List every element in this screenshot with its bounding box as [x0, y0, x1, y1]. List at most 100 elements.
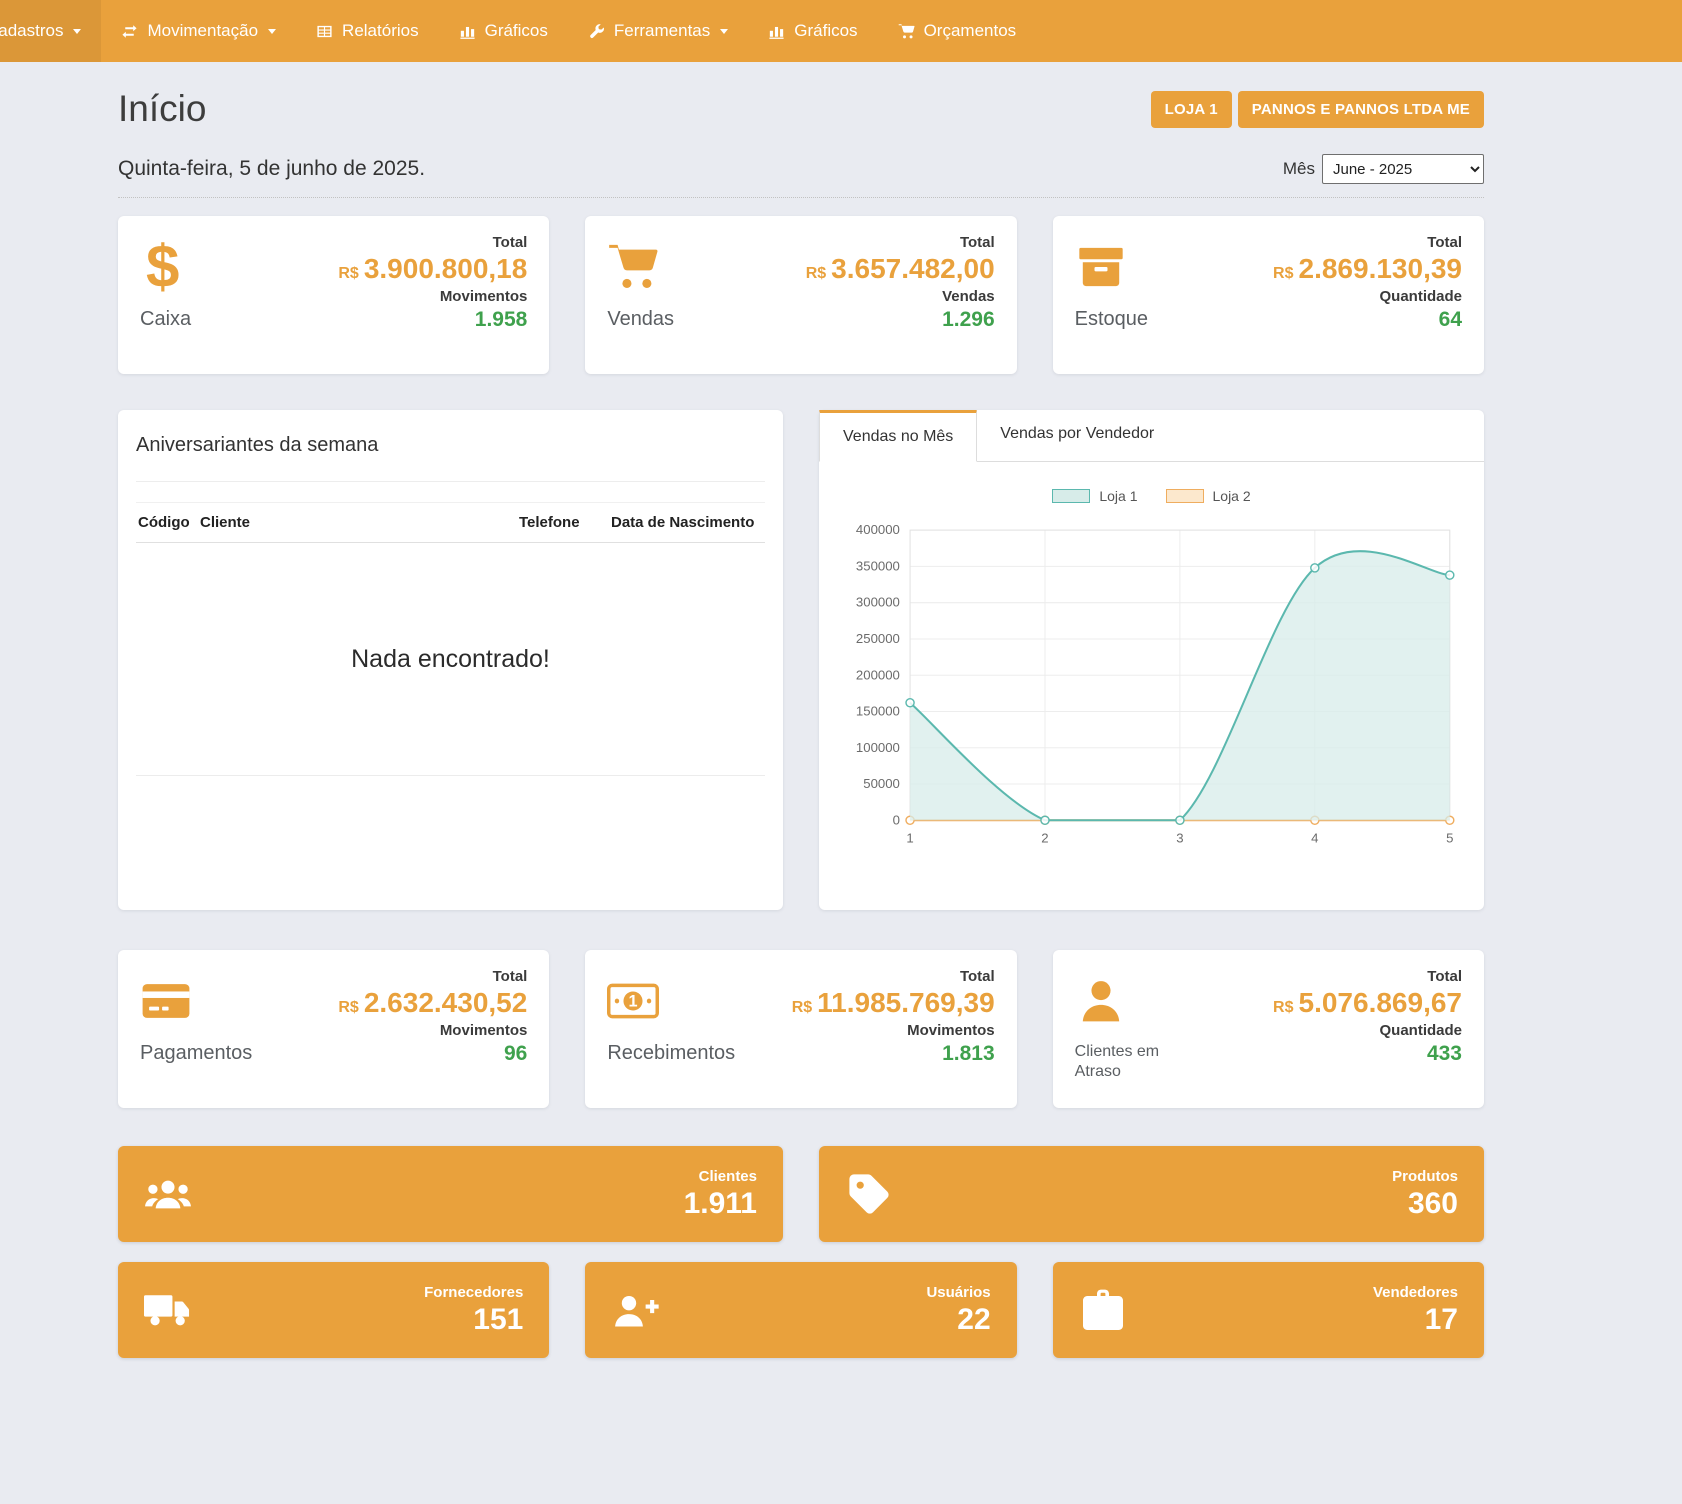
nav-ferramentas-label: Ferramentas — [614, 21, 710, 41]
currency-label: R$ — [792, 999, 812, 1016]
count-label: Quantidade — [1273, 288, 1462, 305]
shopping-cart-icon — [898, 23, 915, 40]
bar-chart-icon — [768, 23, 785, 40]
total-label: Total — [1273, 968, 1462, 985]
shopping-cart-icon — [607, 234, 727, 300]
total-value: R$ 5.076.869,67 — [1273, 988, 1462, 1019]
nav-graficos-1[interactable]: Gráficos — [439, 0, 568, 62]
stat-card-label: Vendas — [607, 308, 727, 331]
column-telefone: Telefone — [519, 514, 611, 531]
count-label: Movimentos — [338, 1022, 527, 1039]
user-plus-icon — [611, 1286, 659, 1334]
currency-label: R$ — [1273, 265, 1293, 282]
count-value: 64 — [1273, 308, 1462, 332]
caret-down-icon — [720, 29, 728, 34]
credit-card-icon — [140, 968, 260, 1034]
table-icon — [316, 23, 333, 40]
counter-label: Clientes — [699, 1168, 757, 1185]
total-amount: 2.869.130,39 — [1299, 253, 1463, 284]
total-amount: 3.657.482,00 — [831, 253, 995, 284]
total-amount: 11.985.769,39 — [817, 987, 995, 1018]
total-label: Total — [792, 968, 995, 985]
total-value: R$ 11.985.769,39 — [792, 988, 995, 1019]
legend-loja1[interactable]: Loja 1 — [1052, 488, 1137, 504]
nav-cadastros[interactable]: Cadastros — [0, 0, 101, 62]
sales-panel: Vendas no Mês Vendas por Vendedor Loja 1… — [819, 410, 1484, 910]
tab-vendas-por-vendedor[interactable]: Vendas por Vendedor — [977, 410, 1177, 461]
nav-graficos-2[interactable]: Gráficos — [748, 0, 877, 62]
count-value: 1.813 — [792, 1042, 995, 1066]
wrench-icon — [588, 23, 605, 40]
counter-label: Usuários — [926, 1284, 990, 1301]
svg-text:300000: 300000 — [856, 595, 900, 610]
count-label: Movimentos — [792, 1022, 995, 1039]
counter-fornecedores[interactable]: Fornecedores 151 — [118, 1262, 549, 1358]
month-select[interactable]: June - 2025 — [1322, 154, 1484, 184]
svg-text:250000: 250000 — [856, 631, 900, 646]
stat-card-recebimentos: 1 Recebimentos Total R$ 11.985.769,39 Mov… — [585, 950, 1016, 1108]
column-cliente: Cliente — [200, 514, 519, 531]
column-data-nascimento: Data de Nascimento — [611, 514, 763, 531]
count-value: 1.296 — [806, 308, 995, 332]
counter-clientes[interactable]: Clientes 1.911 — [118, 1146, 783, 1242]
currency-label: R$ — [338, 999, 358, 1016]
counter-vendedores[interactable]: Vendedores 17 — [1053, 1262, 1484, 1358]
legend-label-loja2: Loja 2 — [1213, 488, 1251, 504]
total-amount: 5.076.869,67 — [1299, 987, 1463, 1018]
truck-icon — [144, 1286, 192, 1334]
stat-card-label: Estoque — [1075, 308, 1195, 331]
svg-text:5: 5 — [1446, 831, 1453, 846]
user-icon — [1075, 968, 1195, 1034]
main-content: Início LOJA 1 PANNOS E PANNOS LTDA ME Qu… — [118, 62, 1484, 1418]
sales-tabs: Vendas no Mês Vendas por Vendedor — [819, 410, 1484, 462]
nav-orcamentos-label: Orçamentos — [924, 21, 1017, 41]
exchange-icon — [121, 23, 138, 40]
count-value: 96 — [338, 1042, 527, 1066]
store-button[interactable]: LOJA 1 — [1151, 91, 1232, 128]
stat-card-label: Clientes em Atraso — [1075, 1042, 1187, 1082]
counter-produtos[interactable]: Produtos 360 — [819, 1146, 1484, 1242]
svg-text:4: 4 — [1311, 831, 1318, 846]
counter-label: Fornecedores — [424, 1284, 523, 1301]
counter-value: 22 — [957, 1303, 990, 1336]
chart-legend: Loja 1 Loja 2 — [837, 488, 1466, 504]
nav-graficos-label: Gráficos — [485, 21, 548, 41]
company-button[interactable]: PANNOS E PANNOS LTDA ME — [1238, 91, 1484, 128]
legend-loja2[interactable]: Loja 2 — [1166, 488, 1251, 504]
nav-ferramentas[interactable]: Ferramentas — [568, 0, 748, 62]
nav-orcamentos[interactable]: Orçamentos — [878, 0, 1037, 62]
count-label: Quantidade — [1273, 1022, 1462, 1039]
nav-relatorios[interactable]: Relatórios — [296, 0, 439, 62]
briefcase-icon — [1079, 1286, 1127, 1334]
tag-icon — [845, 1170, 893, 1218]
total-label: Total — [806, 234, 995, 251]
stat-card-label: Caixa — [140, 308, 260, 331]
svg-text:400000: 400000 — [856, 522, 900, 537]
currency-label: R$ — [1273, 999, 1293, 1016]
total-value: R$3.900.800,18 — [338, 254, 527, 285]
svg-text:50000: 50000 — [863, 776, 900, 791]
nav-graficos-2-label: Gráficos — [794, 21, 857, 41]
nav-relatorios-label: Relatórios — [342, 21, 419, 41]
birthdays-panel: Aniversariantes da semana Código Cliente… — [118, 410, 783, 910]
dollar-icon: $ — [140, 234, 260, 300]
svg-text:1: 1 — [906, 831, 913, 846]
svg-text:150000: 150000 — [856, 704, 900, 719]
legend-label-loja1: Loja 1 — [1099, 488, 1137, 504]
legend-swatch-loja2 — [1166, 489, 1204, 503]
birthdays-title: Aniversariantes da semana — [136, 428, 765, 482]
money-bill-icon: 1 — [607, 968, 735, 1034]
page-title: Início — [118, 88, 206, 130]
stat-card-label: Pagamentos — [140, 1042, 260, 1065]
count-label: Vendas — [806, 288, 995, 305]
archive-box-icon — [1075, 234, 1195, 300]
total-label: Total — [338, 968, 527, 985]
total-amount: 3.900.800,18 — [364, 253, 528, 284]
counter-usuarios[interactable]: Usuários 22 — [585, 1262, 1016, 1358]
count-label: Movimentos — [338, 288, 527, 305]
stat-card-label: Recebimentos — [607, 1042, 735, 1065]
nav-movimentacao[interactable]: Movimentação — [101, 0, 296, 62]
counter-label: Vendedores — [1373, 1284, 1458, 1301]
month-label: Mês — [1283, 159, 1315, 179]
tab-vendas-no-mes[interactable]: Vendas no Mês — [819, 410, 977, 462]
